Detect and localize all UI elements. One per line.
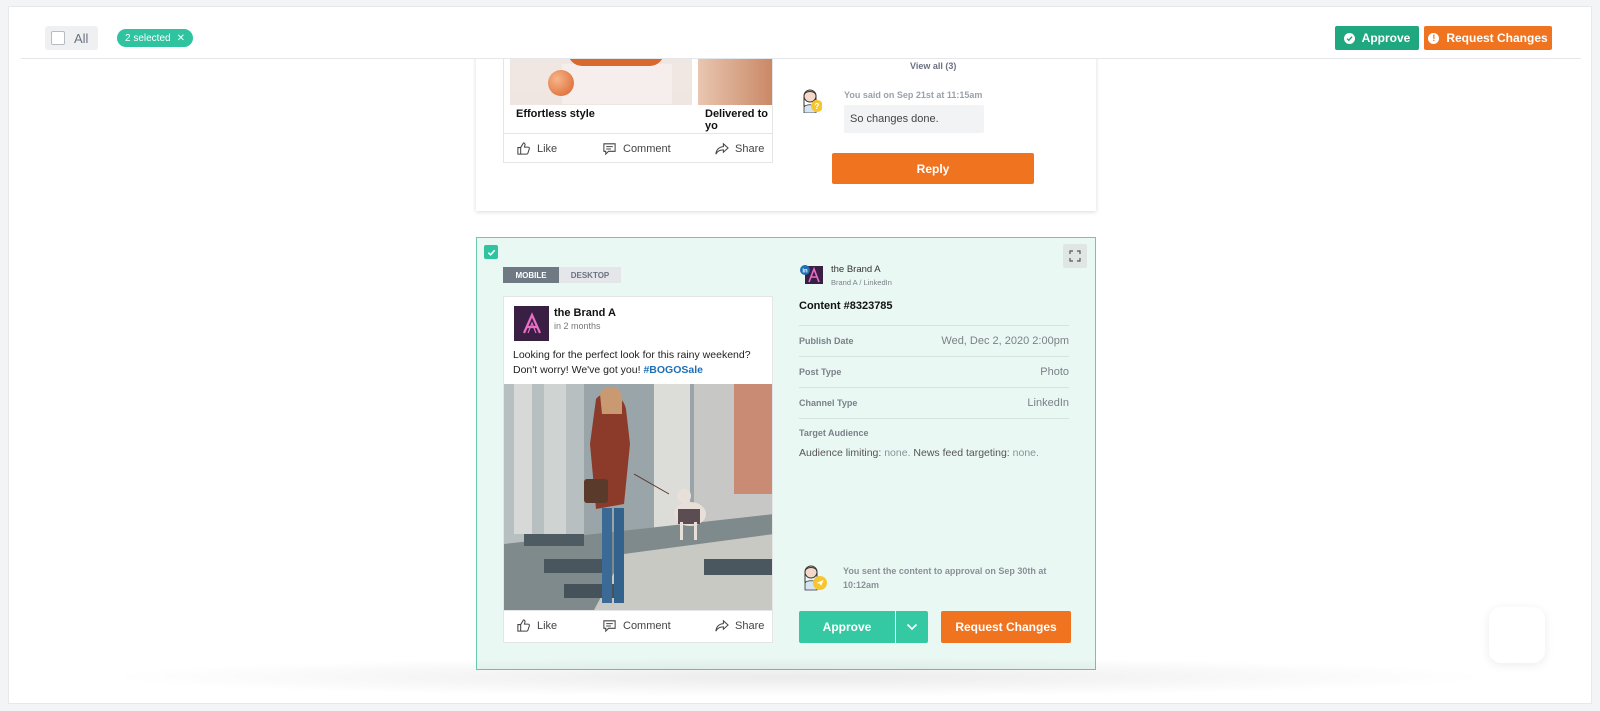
- news-feed-value: none.: [1012, 447, 1039, 459]
- share-icon: [715, 619, 729, 632]
- share-button[interactable]: Share: [714, 141, 764, 156]
- bulk-request-changes-label: Request Changes: [1446, 31, 1548, 45]
- tab-desktop[interactable]: DESKTOP: [559, 267, 621, 283]
- post-schedule-time: in 2 months: [554, 321, 601, 331]
- content-id: Content #8323785: [799, 300, 893, 312]
- floating-help-widget[interactable]: [1489, 607, 1545, 663]
- comment-bubble: So changes done.: [844, 105, 984, 133]
- svg-text:?: ?: [815, 102, 820, 111]
- select-all-toggle[interactable]: All: [45, 26, 98, 50]
- bulk-approve-button[interactable]: Approve: [1335, 26, 1419, 50]
- check-circle-icon: [1343, 32, 1355, 44]
- select-all-label: All: [74, 30, 89, 46]
- preview-mode-toggle: MOBILE DESKTOP: [503, 267, 621, 283]
- detail-key: Publish Date: [799, 335, 854, 346]
- post-caption-line-1: Looking for the perfect look for this ra…: [513, 349, 751, 361]
- select-all-checkbox[interactable]: [51, 31, 65, 45]
- target-audience-text: Audience limiting: none. News feed targe…: [799, 447, 1039, 459]
- target-audience-label: Target Audience: [799, 428, 869, 438]
- detail-row-publish-date: Publish Date Wed, Dec 2, 2020 2:00pm: [799, 325, 1069, 355]
- audience-limiting-value: none.: [884, 447, 911, 459]
- share-icon: [715, 142, 729, 155]
- reply-button[interactable]: Reply: [832, 153, 1034, 184]
- approve-label: Approve: [822, 620, 872, 634]
- bulk-request-changes-button[interactable]: ! Request Changes: [1424, 26, 1552, 50]
- detail-value: Photo: [1040, 365, 1069, 378]
- app-frame: All 2 selected ✕ Approve ! Request Chang…: [8, 6, 1592, 704]
- scroll-shadow: [99, 657, 1499, 697]
- check-icon: [487, 249, 495, 256]
- approve-button[interactable]: Approve: [799, 611, 895, 643]
- request-changes-label: Request Changes: [955, 620, 1057, 634]
- like-button[interactable]: Like: [516, 141, 557, 156]
- svg-text:in: in: [802, 269, 808, 275]
- bulk-approve-label: Approve: [1361, 31, 1411, 45]
- selected-count-chip[interactable]: 2 selected ✕: [117, 29, 193, 47]
- detail-key: Post Type: [799, 366, 842, 377]
- comment-icon: [603, 143, 616, 156]
- post-preview: the Brand A in 2 months Looking for the …: [503, 296, 773, 643]
- comment-label: Comment: [623, 619, 671, 632]
- approval-sent-note: You sent the content to approval on Sep …: [843, 566, 1047, 590]
- post-actions: Like Comment Share: [504, 610, 772, 640]
- comment-text: So changes done.: [850, 113, 939, 125]
- user-avatar: ?: [803, 89, 822, 113]
- reply-label: Reply: [916, 161, 950, 176]
- view-all-comments-link[interactable]: View all (3): [910, 61, 956, 71]
- post-actions: Like Comment Share: [504, 133, 772, 162]
- detail-divider: [799, 418, 1069, 419]
- selected-count-label: 2 selected: [125, 32, 171, 44]
- like-button[interactable]: Like: [516, 618, 557, 633]
- thumbs-up-icon: [517, 619, 530, 632]
- brand-logo: [514, 306, 549, 341]
- chevron-down-icon: [906, 623, 918, 631]
- request-changes-button[interactable]: Request Changes: [941, 611, 1071, 643]
- share-label: Share: [735, 142, 765, 155]
- details-channel: Brand A / LinkedIn: [831, 278, 892, 287]
- comment-icon: [603, 620, 616, 633]
- expand-icon: [1069, 250, 1081, 262]
- audience-limiting-label: Audience limiting:: [799, 447, 882, 459]
- detail-row-channel-type: Channel Type LinkedIn: [799, 387, 1069, 417]
- expand-button[interactable]: [1063, 244, 1087, 268]
- post-brand-name: the Brand A: [554, 307, 616, 319]
- tab-mobile[interactable]: MOBILE: [503, 267, 559, 283]
- approve-options-dropdown[interactable]: [896, 611, 928, 643]
- card-select-checkbox[interactable]: [484, 245, 498, 259]
- detail-row-post-type: Post Type Photo: [799, 356, 1069, 386]
- post-caption-line-2: Don't worry! We've got you!: [513, 364, 644, 376]
- thumbs-up-icon: [517, 142, 530, 155]
- carousel-caption-1: Effortless style: [516, 108, 595, 120]
- like-label: Like: [537, 142, 558, 155]
- clear-selection-icon[interactable]: ✕: [177, 33, 185, 44]
- content-card-selected: MOBILE DESKTOP the Brand A in 2 months L…: [476, 237, 1096, 670]
- post-photo: [504, 384, 772, 610]
- comment-timestamp: You said on Sep 21st at 11:15am: [844, 90, 983, 100]
- like-label: Like: [537, 619, 558, 632]
- post-hashtag[interactable]: #BOGOSale: [643, 364, 703, 376]
- share-button[interactable]: Share: [714, 618, 764, 633]
- carousel-caption-2: Delivered to yo: [705, 108, 768, 132]
- comment-button[interactable]: Comment: [602, 618, 671, 633]
- post-caption: Looking for the perfect look for this ra…: [513, 348, 769, 378]
- detail-key: Channel Type: [799, 397, 858, 408]
- news-feed-label: News feed targeting:: [913, 447, 1010, 459]
- comment-label: Comment: [623, 142, 671, 155]
- details-brand-name: the Brand A: [831, 264, 881, 275]
- detail-value: Wed, Dec 2, 2020 2:00pm: [941, 334, 1069, 347]
- alert-circle-icon: !: [1428, 32, 1440, 44]
- comment-button[interactable]: Comment: [602, 141, 671, 156]
- bulk-action-toolbar: All 2 selected ✕ Approve ! Request Chang…: [21, 7, 1581, 59]
- detail-value: LinkedIn: [1027, 396, 1069, 409]
- channel-avatar: in: [800, 265, 823, 284]
- user-avatar: [804, 565, 827, 591]
- share-label: Share: [735, 619, 765, 632]
